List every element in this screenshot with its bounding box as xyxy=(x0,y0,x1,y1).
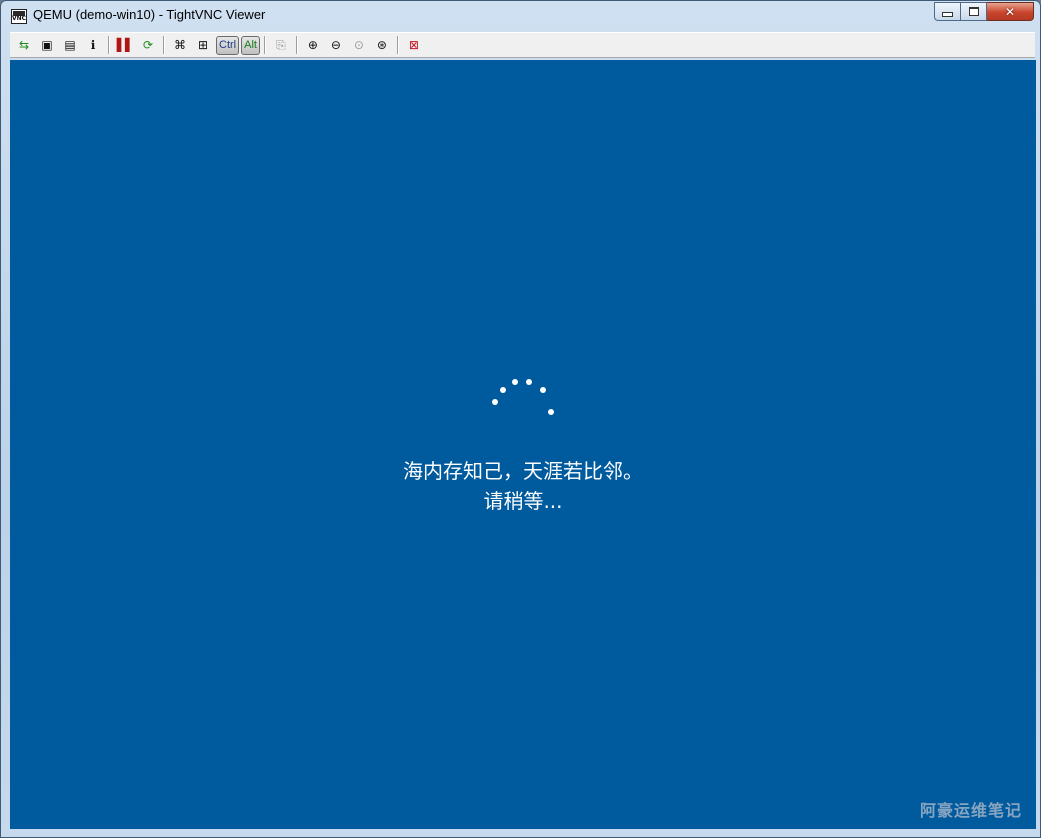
watermark: 阿豪运维笔记 xyxy=(919,801,1022,820)
save-icon[interactable]: ▣ xyxy=(37,35,57,55)
toolbar-separator xyxy=(108,36,110,54)
copy-clipboard-icon[interactable]: ⎘ xyxy=(271,35,291,55)
spinner-dot xyxy=(492,399,498,405)
spinner-dot xyxy=(540,387,546,393)
connection-options-icon[interactable]: ▤ xyxy=(60,35,80,55)
spinner-dot xyxy=(512,379,518,385)
toolbar-separator xyxy=(396,36,399,54)
zoom-100-icon[interactable]: ⊙ xyxy=(349,35,369,55)
toolbar: ⇆ ▣ ▤ ℹ ▌▌ ⟳ ⌘ ⊞ Ctrl Alt ⎘ ⊕ ⊖ ⊙ ⊛ ⊠ xyxy=(10,32,1035,58)
loading-message: 海内存知己，天涯若比邻。 xyxy=(403,459,643,483)
toolbar-separator xyxy=(163,36,165,54)
title-bar[interactable]: VNC QEMU (demo-win10) - TightVNC Viewer … xyxy=(1,1,1040,31)
window-title: QEMU (demo-win10) - TightVNC Viewer xyxy=(33,7,266,22)
restore-button[interactable] xyxy=(961,2,987,21)
zoom-in-icon[interactable]: ⊕ xyxy=(303,35,323,55)
vnc-viewer-window: VNC QEMU (demo-win10) - TightVNC Viewer … xyxy=(0,0,1041,838)
zoom-out-icon[interactable]: ⊖ xyxy=(326,35,346,55)
toolbar-separator xyxy=(295,36,298,54)
send-ctrl-alt-del-icon[interactable]: ⌘ xyxy=(170,35,190,55)
alt-key-toggle[interactable]: Alt xyxy=(241,35,260,55)
spinner-dot xyxy=(526,379,532,385)
zoom-auto-icon[interactable]: ⊛ xyxy=(372,35,392,55)
minimize-icon xyxy=(942,12,953,17)
spinner-dot xyxy=(500,387,506,393)
loading-spinner xyxy=(492,379,554,415)
please-wait-text: 请稍等... xyxy=(483,489,563,513)
pause-icon[interactable]: ▌▌ xyxy=(115,35,135,55)
ctrl-key-toggle[interactable]: Ctrl xyxy=(216,35,240,55)
refresh-icon[interactable]: ⟳ xyxy=(138,35,158,55)
minimize-button[interactable] xyxy=(934,2,961,21)
full-screen-icon[interactable]: ⊠ xyxy=(404,35,424,55)
spinner-dot xyxy=(548,409,554,415)
close-button[interactable]: ✕ xyxy=(987,2,1034,21)
toolbar-separator xyxy=(263,36,266,54)
send-ctrl-esc-icon[interactable]: ⊞ xyxy=(193,35,213,55)
window-controls: ✕ xyxy=(934,2,1034,22)
restore-icon xyxy=(968,7,979,16)
connection-info-icon[interactable]: ℹ xyxy=(83,35,103,55)
new-connection-icon[interactable]: ⇆ xyxy=(14,35,34,55)
remote-desktop[interactable]: 海内存知己，天涯若比邻。 请稍等... 阿豪运维笔记 xyxy=(10,60,1036,829)
close-icon: ✕ xyxy=(1004,4,1016,19)
vnc-app-icon[interactable]: VNC xyxy=(11,9,27,24)
